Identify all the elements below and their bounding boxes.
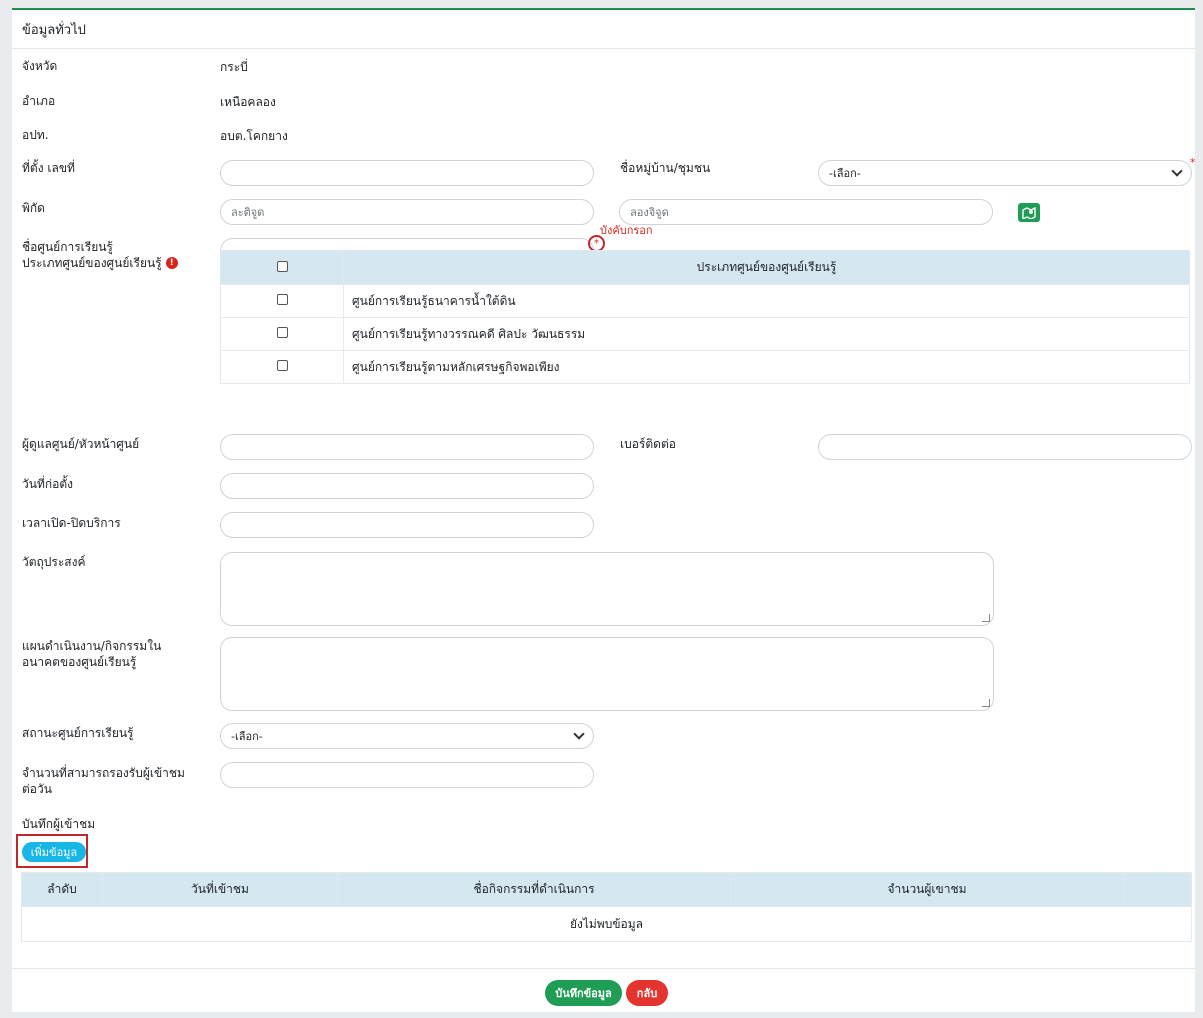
type-option-1: ศูนย์การเรียนรู้ธนาคารน้ำใต้ดิน	[343, 284, 1190, 318]
province-value: กระบี่	[220, 60, 248, 74]
map-icon[interactable]	[1018, 203, 1040, 222]
visitors-table: ลำดับ วันที่เข้าชม ชื่อกิจกรรมที่ดำเนินก…	[21, 872, 1192, 942]
col-activity: ชื่อกิจกรรมที่ดำเนินการ	[337, 872, 731, 907]
plan-label-line1: แผนดำเนินงาน/กิจกรรมใน	[22, 639, 162, 653]
hours-label: เวลาเปิด-ปิดบริการ	[22, 516, 121, 530]
select-all-cell	[220, 250, 344, 285]
manager-input[interactable]	[220, 434, 594, 460]
visitors-label: บันทึกผู้เข้าชม	[22, 817, 96, 831]
center-name-required-mark: *	[594, 238, 599, 249]
capacity-label: จำนวนที่สามารถรองรับผู้เข้าชม ต่อวัน	[22, 765, 185, 797]
type-checkbox-3[interactable]	[276, 360, 288, 371]
card-title: ข้อมูลทั่วไป	[12, 10, 1195, 49]
center-type-label: ประเภทศูนย์ของศูนย์เรียนรู้	[22, 256, 162, 270]
map-pin-icon	[1022, 206, 1036, 219]
resize-grip-icon[interactable]	[982, 699, 990, 707]
village-label: ชื่อหมู่บ้าน/ชุมชน	[620, 161, 711, 175]
hours-input[interactable]	[220, 512, 594, 538]
type-option-2: ศูนย์การเรียนรู้ทางวรรณคดี ศิลปะ วัฒนธรร…	[343, 317, 1190, 351]
district-value: เหนือคลอง	[220, 95, 276, 109]
capacity-input[interactable]	[220, 762, 594, 788]
phone-input[interactable]	[818, 434, 1192, 460]
center-type-label-wrap: ประเภทศูนย์ของศูนย์เรียนรู้ !	[22, 255, 178, 271]
save-button[interactable]: บันทึกข้อมูล	[545, 980, 622, 1006]
center-name-label: ชื่อศูนย์การเรียนรู้	[22, 240, 113, 254]
founded-label: วันที่ก่อตั้ง	[22, 477, 73, 491]
col-order: ลำดับ	[21, 872, 103, 907]
table-row: ศูนย์การเรียนรู้ตามหลักเศรษฐกิจพอเพียง	[220, 350, 1190, 384]
required-note: บังคับกรอก	[600, 224, 653, 237]
longitude-input[interactable]: ลองจิจูด	[619, 199, 993, 225]
add-visitor-button[interactable]: เพิ่มข้อมูล	[22, 842, 86, 862]
center-type-table: ประเภทศูนย์ของศูนย์เรียนรู้ ศูนย์การเรีย…	[220, 250, 1190, 384]
plan-label-line2: อนาคตของศูนย์เรียนรู้	[22, 655, 137, 669]
resize-grip-icon[interactable]	[982, 614, 990, 622]
longitude-placeholder: ลองจิจูด	[630, 206, 669, 219]
exclamation-circle-icon[interactable]: !	[165, 257, 178, 269]
district-label: อำเภอ	[22, 94, 56, 108]
col-visitor-count: จำนวนผู้เขาชม	[730, 872, 1124, 907]
back-button[interactable]: กลับ	[626, 980, 668, 1006]
chevron-down-icon	[1171, 165, 1183, 177]
manager-label: ผู้ดูแลศูนย์/หัวหน้าศูนย์	[22, 437, 140, 451]
address-input[interactable]	[220, 160, 594, 186]
plan-textarea[interactable]	[220, 637, 994, 711]
type-option-3: ศูนย์การเรียนรู้ตามหลักเศรษฐกิจพอเพียง	[343, 350, 1190, 384]
center-type-header: ประเภทศูนย์ของศูนย์เรียนรู้	[343, 250, 1190, 285]
address-label: ที่ตั้ง เลขที่	[22, 161, 75, 175]
type-checkbox-2[interactable]	[276, 327, 288, 338]
empty-message: ยังไม่พบข้อมูล	[21, 906, 1192, 942]
status-label: สถานะศูนย์การเรียนรู้	[22, 726, 134, 740]
objective-textarea[interactable]	[220, 552, 994, 626]
table-row: ศูนย์การเรียนรู้ทางวรรณคดี ศิลปะ วัฒนธรร…	[220, 317, 1190, 351]
chevron-down-icon	[573, 728, 585, 740]
table-row: ยังไม่พบข้อมูล	[21, 906, 1192, 942]
lao-value: อบต.โคกยาง	[220, 129, 288, 143]
capacity-label-line2: ต่อวัน	[22, 782, 52, 796]
founded-input[interactable]	[220, 473, 594, 499]
col-actions	[1123, 872, 1192, 907]
plan-label: แผนดำเนินงาน/กิจกรรมใน อนาคตของศูนย์เรีย…	[22, 638, 161, 670]
latitude-placeholder: ละติจูด	[231, 206, 265, 219]
table-row: ศูนย์การเรียนรู้ธนาคารน้ำใต้ดิน	[220, 284, 1190, 318]
status-selected: -เลือก-	[231, 730, 263, 743]
footer-divider	[12, 968, 1195, 969]
village-required-mark: *	[1190, 156, 1196, 169]
select-all-checkbox[interactable]	[276, 260, 288, 272]
village-select[interactable]: -เลือก-	[818, 160, 1192, 186]
capacity-label-line1: จำนวนที่สามารถรองรับผู้เข้าชม	[22, 766, 185, 780]
general-info-card: ข้อมูลทั่วไป จังหวัด กระบี่ อำเภอ เหนือค…	[12, 8, 1196, 1012]
objective-label: วัตถุประสงค์	[22, 555, 86, 569]
type-checkbox-1[interactable]	[276, 294, 288, 305]
status-select[interactable]: -เลือก-	[220, 723, 594, 749]
lao-label: อปท.	[22, 128, 49, 142]
province-label: จังหวัด	[22, 59, 58, 73]
village-selected: -เลือก-	[829, 167, 861, 180]
latitude-input[interactable]: ละติจูด	[220, 199, 594, 225]
col-visit-date: วันที่เข้าชม	[102, 872, 338, 907]
phone-label: เบอร์ติดต่อ	[620, 437, 676, 451]
coords-label: พิกัด	[22, 201, 45, 215]
